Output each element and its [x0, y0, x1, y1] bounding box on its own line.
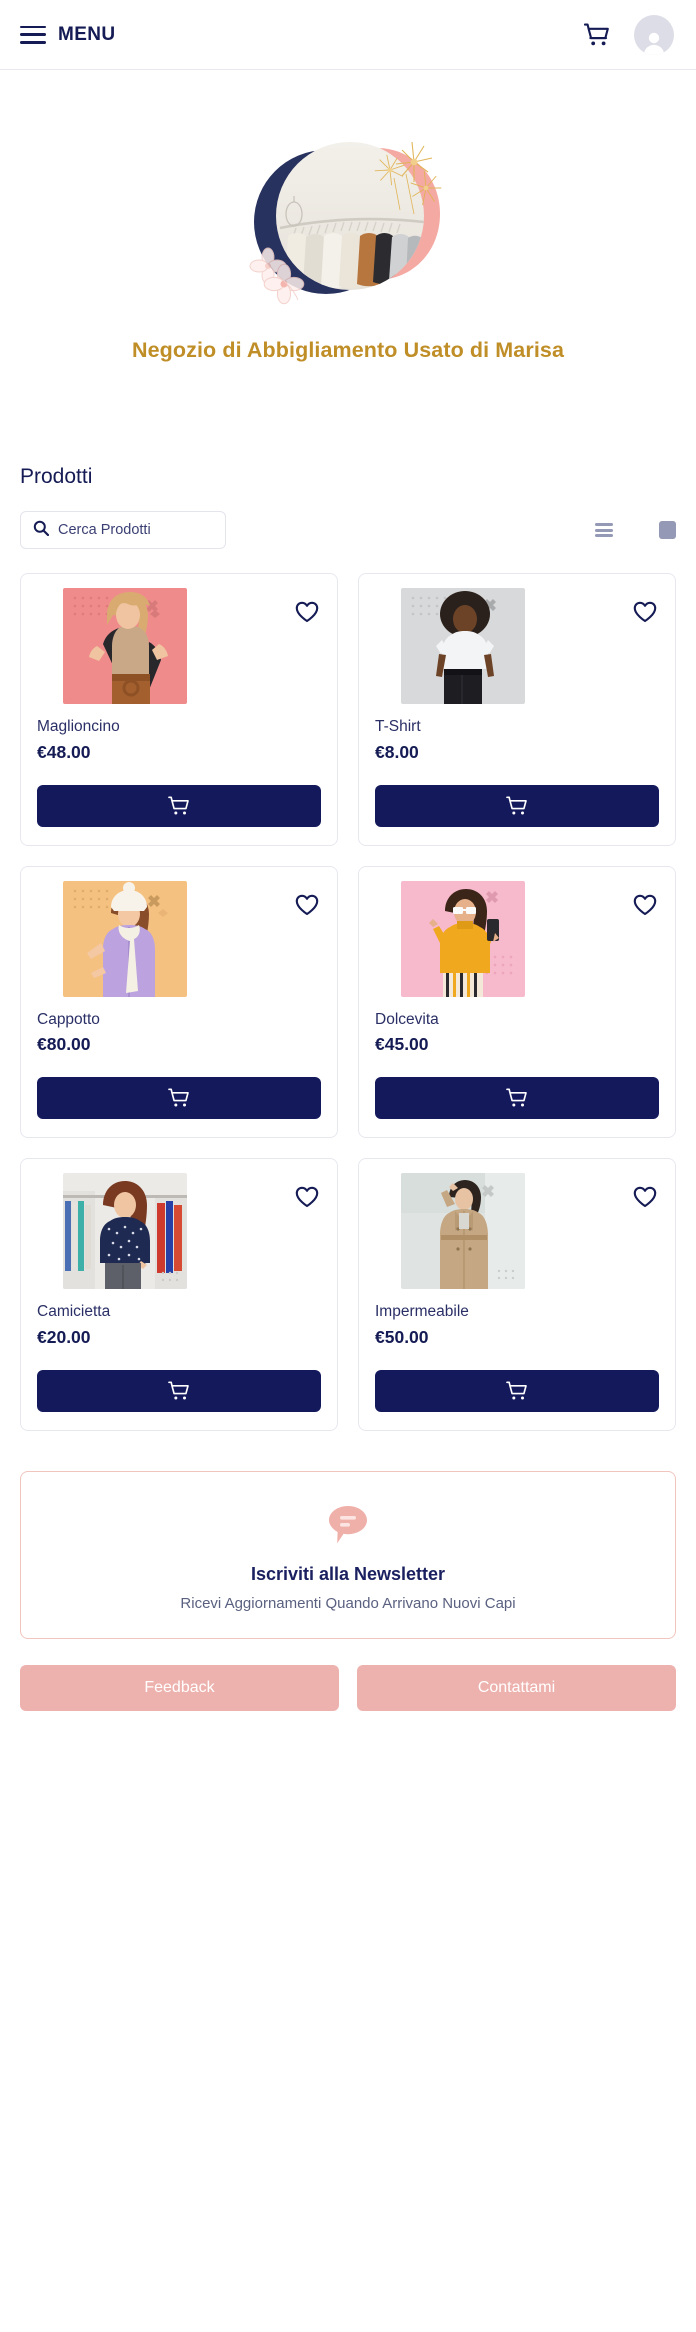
product-image [401, 880, 525, 997]
newsletter-title: Iscriviti alla Newsletter [250, 1563, 446, 1584]
heart-outline-icon[interactable] [631, 1183, 659, 1211]
contact-button[interactable]: Contattami [357, 1664, 676, 1711]
shopping-cart-icon [168, 1088, 189, 1107]
product-card[interactable]: Camicietta €20.00 [20, 1158, 338, 1431]
chat-bubble-icon [325, 1502, 371, 1548]
page-title: Prodotti [20, 465, 93, 488]
add-to-cart-button[interactable] [37, 1369, 321, 1412]
shopping-cart-icon [506, 1381, 527, 1400]
product-media [37, 588, 321, 704]
shopping-cart-icon [168, 1381, 189, 1400]
clothing-rack-logo [218, 118, 478, 308]
product-media [375, 880, 659, 997]
product-price: €20.00 [37, 1326, 91, 1347]
product-image [63, 880, 187, 997]
heart-outline-icon[interactable] [293, 1183, 321, 1211]
product-image [401, 588, 525, 704]
search-input[interactable] [58, 522, 213, 538]
shopping-cart-icon[interactable] [582, 20, 612, 50]
newsletter-card[interactable]: Iscriviti alla Newsletter Ricevi Aggiorn… [20, 1470, 676, 1639]
product-name: Cappotto [37, 1010, 100, 1028]
product-name: Maglioncino [37, 718, 120, 735]
product-media [37, 1173, 321, 1290]
menu-button[interactable]: MENU [20, 24, 116, 46]
list-view-icon[interactable] [595, 523, 613, 537]
large-card-view-icon[interactable] [659, 521, 676, 539]
heart-outline-icon[interactable] [293, 598, 321, 626]
products-section: Prodotti Cerca Prodotti Maglioncino €48.… [0, 419, 696, 1431]
product-name: Dolcevita [375, 1010, 439, 1028]
user-avatar-icon[interactable] [634, 14, 674, 55]
product-image [63, 1173, 187, 1290]
product-name: Impermeabile [375, 1303, 469, 1321]
product-name: Camicietta [37, 1303, 111, 1321]
shopping-cart-icon [506, 1088, 527, 1107]
product-media [37, 880, 321, 997]
store-title: Negozio di Abbigliamento Usato di Marisa [131, 338, 565, 362]
products-toolbar [20, 511, 676, 549]
product-image [401, 1173, 525, 1290]
product-price: €45.00 [375, 1034, 429, 1055]
product-card[interactable]: Impermeabile €50.00 [358, 1158, 676, 1431]
product-card[interactable]: Dolcevita €45.00 [358, 865, 676, 1139]
add-to-cart-button[interactable] [375, 1369, 659, 1412]
heart-outline-icon[interactable] [293, 891, 321, 919]
menu-label: MENU [58, 23, 116, 45]
search-box[interactable] [20, 511, 226, 549]
view-toggle-group [595, 521, 676, 539]
shopping-cart-icon [168, 796, 189, 815]
product-price: €48.00 [37, 741, 91, 762]
heart-outline-icon[interactable] [631, 891, 659, 919]
top-header: MENU [0, 0, 696, 70]
grid-view-icon[interactable] [627, 521, 645, 539]
product-price: €50.00 [375, 1326, 429, 1347]
product-grid: Maglioncino €48.00 T-Shirt €8.00 Cappott… [20, 573, 676, 1431]
product-price: €80.00 [37, 1034, 91, 1055]
product-price: €8.00 [375, 741, 419, 762]
product-card[interactable]: T-Shirt €8.00 [358, 573, 676, 846]
hamburger-icon[interactable] [20, 25, 46, 44]
product-name: T-Shirt [375, 718, 421, 735]
add-to-cart-button[interactable] [375, 1077, 659, 1120]
search-icon [33, 520, 50, 541]
product-card[interactable]: Cappotto €80.00 [20, 865, 338, 1139]
add-to-cart-button[interactable] [375, 784, 659, 827]
product-card[interactable]: Maglioncino €48.00 [20, 573, 338, 846]
product-media [375, 588, 659, 704]
add-to-cart-button[interactable] [37, 784, 321, 827]
newsletter-subtitle: Ricevi Aggiornamenti Quando Arrivano Nuo… [180, 1594, 516, 1612]
footer-actions: Feedback Contattami [20, 1664, 676, 1711]
hero-section: Negozio di Abbigliamento Usato di Marisa [0, 70, 696, 419]
add-to-cart-button[interactable] [37, 1077, 321, 1120]
heart-outline-icon[interactable] [631, 598, 659, 626]
product-image [63, 588, 187, 704]
shopping-cart-icon [506, 796, 527, 815]
feedback-button[interactable]: Feedback [20, 1664, 339, 1711]
product-media [375, 1173, 659, 1290]
header-actions [582, 14, 674, 55]
